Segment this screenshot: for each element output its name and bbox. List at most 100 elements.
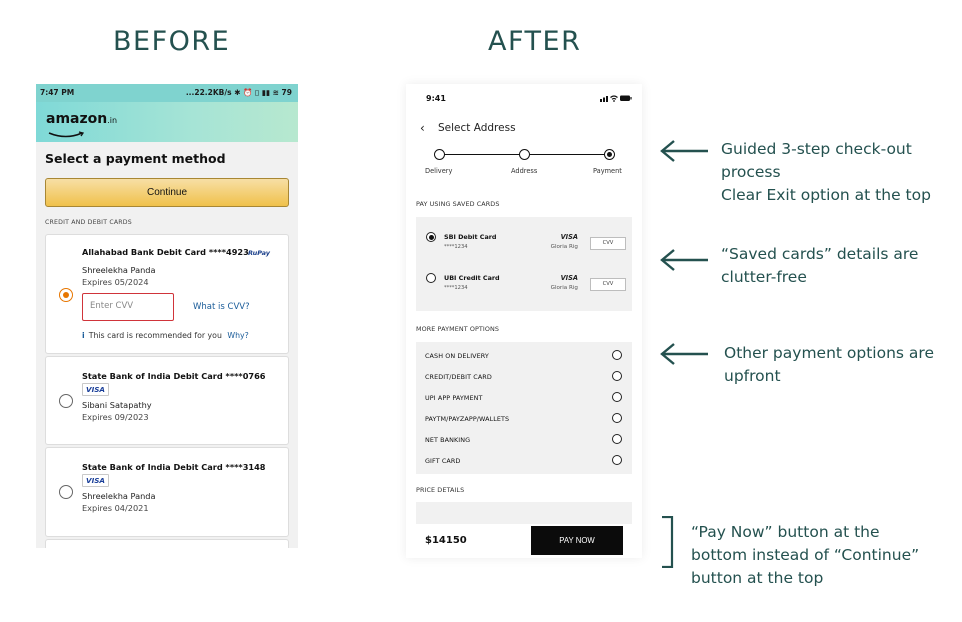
card-expiry: Expires 09/2023 [82,412,149,422]
card-bank: State Bank of India Debit Card ****0766 [82,371,266,381]
saved-cards-list: SBI Debit Card ****1234 VISA Gloria Rig … [416,217,632,311]
cvv-input[interactable]: CVV [590,237,626,250]
before-screenshot: 7:47 PM ...22.2KB/s ✱ ⏰ ▯ ▮▮ ≋ 79 amazon… [36,84,298,548]
nav-bar: ‹ Select Address [406,120,642,138]
nav-title: Select Address [438,122,516,134]
step-connector [444,154,525,156]
pay-now-annotation: “Pay Now” button at the bottom instead o… [691,523,920,587]
payment-option-giftcard[interactable]: GIFT CARD [416,450,632,471]
step-address[interactable] [519,149,530,160]
option-label: CREDIT/DEBIT CARD [425,373,492,381]
payment-option-upi[interactable]: UPI APP PAYMENT [416,387,632,408]
step-label: Delivery [425,167,453,175]
cvv-input[interactable]: CVV [590,278,626,291]
card-bank: State Bank of India Debit Card ****3148 [82,462,266,472]
signal-wifi-battery-icon [600,95,632,102]
payment-option-cod[interactable]: CASH ON DELIVERY [416,345,632,366]
pay-now-button[interactable]: PAY NOW [531,526,623,555]
section-label: CREDIT AND DEBIT CARDS [45,219,132,226]
steps-annotation: Guided 3-step check-out process Clear Ex… [721,140,931,204]
card-expiry: Expires 05/2024 [82,277,149,287]
visa-logo: VISA [82,383,109,396]
card-item[interactable]: State Bank of India Debit Card ****0766 … [45,356,289,445]
card-holder: Shreelekha Panda [82,265,156,275]
card-holder: Gloria Rig [550,244,578,250]
option-radio[interactable] [612,455,622,465]
visa-logo: VISA [560,233,578,241]
card-radio-selected[interactable] [59,288,73,302]
step-label: Address [511,167,538,175]
option-label: NET BANKING [425,436,471,444]
card-radio-selected[interactable] [426,232,436,242]
saved-cards-annotation: “Saved cards” details are clutter-free [721,245,919,286]
step-label: Payment [593,167,622,175]
order-total: $14150 [425,535,467,546]
saved-cards-heading: PAY USING SAVED CARDS [416,200,500,208]
step-connector [530,154,605,156]
card-number: ****1234 [444,285,468,291]
option-radio[interactable] [612,371,622,381]
option-radio[interactable] [612,434,622,444]
status-bar: 9:41 [406,84,642,110]
amazon-logo[interactable]: amazon.in [46,111,117,127]
after-mockup: 9:41 ‹ Select Address Delivery Address P… [406,84,642,558]
back-icon[interactable]: ‹ [420,121,425,135]
more-options-heading: MORE PAYMENT OPTIONS [416,325,500,333]
arrow-left-icon [660,249,708,271]
card-radio[interactable] [59,485,73,499]
card-item[interactable]: State Bank of India Debit Card ****3148 … [45,447,289,537]
payment-option-netbanking[interactable]: NET BANKING [416,429,632,450]
bracket-icon [662,516,674,568]
status-bar: 7:47 PM ...22.2KB/s ✱ ⏰ ▯ ▮▮ ≋ 79 [36,84,298,102]
step-payment[interactable] [604,149,615,160]
option-label: PAYTM/PAYZAPP/WALLETS [425,415,510,423]
payment-page: Select a payment method Continue CREDIT … [36,142,298,548]
info-icon: i [82,331,85,340]
card-expiry: Expires 04/2021 [82,503,149,513]
price-details-heading: PRICE DETAILS [416,486,465,494]
checkout-steps: Delivery Address Payment [406,144,642,180]
card-bank: Allahabad Bank Debit Card ****4923 [82,247,249,257]
payment-option-card[interactable]: CREDIT/DEBIT CARD [416,366,632,387]
card-name: UBI Credit Card [444,274,500,282]
continue-button[interactable]: Continue [45,178,289,207]
option-label: CASH ON DELIVERY [425,352,489,360]
recommendation-note: i This card is recommended for you Why? [82,331,249,340]
option-label: UPI APP PAYMENT [425,394,483,402]
card-holder: Sibani Satapathy [82,400,152,410]
status-icons: ...22.2KB/s ✱ ⏰ ▯ ▮▮ ≋ 79 [185,88,292,97]
arrow-left-icon [660,343,708,365]
saved-card[interactable]: SBI Debit Card ****1234 VISA Gloria Rig … [416,223,632,259]
saved-card[interactable]: UBI Credit Card ****1234 VISA Gloria Rig… [416,264,632,300]
arrow-left-icon [660,140,708,162]
payment-options-list: CASH ON DELIVERY CREDIT/DEBIT CARD UPI A… [416,342,632,474]
card-item[interactable] [45,539,289,548]
card-holder: Gloria Rig [550,285,578,291]
status-time: 7:47 PM [40,88,75,97]
option-radio[interactable] [612,413,622,423]
amazon-header: amazon.in [36,102,298,142]
card-radio[interactable] [426,273,436,283]
option-radio[interactable] [612,392,622,402]
visa-logo: VISA [560,274,578,282]
option-label: GIFT CARD [425,457,461,465]
option-radio[interactable] [612,350,622,360]
visa-logo: VISA [82,474,109,487]
status-time: 9:41 [426,94,446,103]
step-delivery[interactable] [434,149,445,160]
rupay-logo: RuPay [248,249,271,257]
options-annotation: Other payment options are upfront [724,344,934,385]
payment-option-wallets[interactable]: PAYTM/PAYZAPP/WALLETS [416,408,632,429]
what-is-cvv-link[interactable]: What is CVV? [193,302,250,312]
after-heading: AFTER [488,26,582,57]
before-heading: BEFORE [113,26,231,57]
why-link[interactable]: Why? [227,331,248,340]
page-title: Select a payment method [45,151,226,166]
card-radio[interactable] [59,394,73,408]
card-number: ****1234 [444,244,468,250]
card-name: SBI Debit Card [444,233,497,241]
card-item[interactable]: Allahabad Bank Debit Card ****4923 RuPay… [45,234,289,354]
price-details-panel[interactable] [416,502,632,524]
amazon-smile-icon [48,131,85,138]
cvv-input[interactable]: Enter CVV [82,293,174,321]
